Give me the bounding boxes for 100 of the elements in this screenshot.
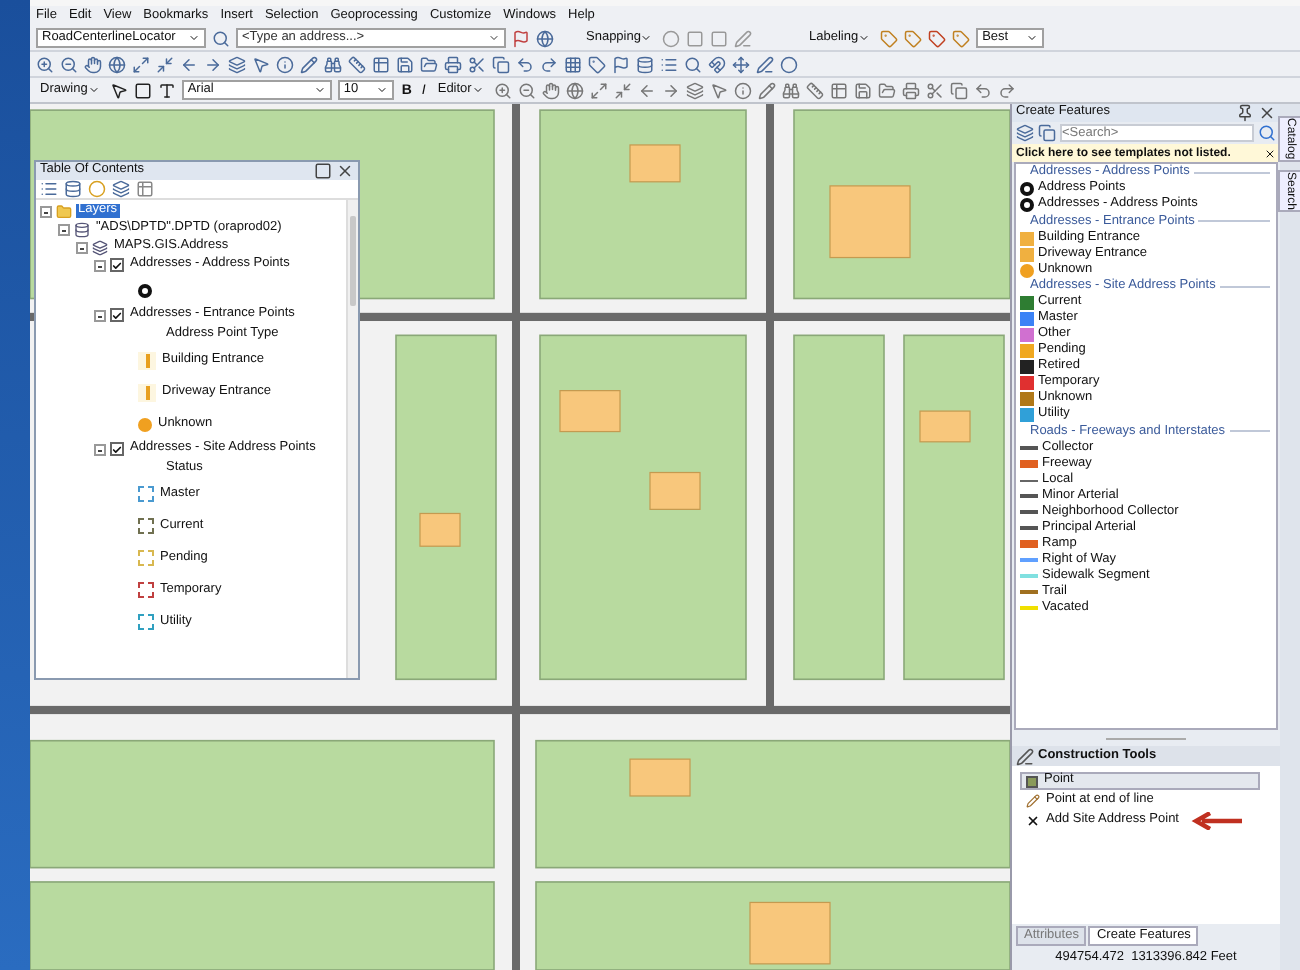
collapse-toggle[interactable] (94, 259, 106, 271)
expand-icon[interactable] (132, 55, 150, 73)
save-icon[interactable] (396, 55, 414, 73)
source-icon[interactable] (64, 180, 82, 198)
zoom-out-icon[interactable] (517, 81, 536, 99)
caret-icon (640, 32, 653, 44)
list-icon[interactable] (660, 55, 678, 73)
table-icon[interactable] (829, 81, 848, 99)
back-arrow-icon[interactable] (180, 55, 198, 73)
layer-checkbox[interactable] (110, 258, 124, 272)
selection-icon[interactable] (112, 180, 130, 198)
close-icon[interactable] (336, 162, 354, 180)
layers-icon[interactable] (685, 81, 704, 99)
collapse-toggle[interactable] (76, 241, 88, 253)
flag-icon[interactable] (612, 55, 630, 73)
magnet-icon[interactable] (708, 55, 726, 73)
binoculars-icon[interactable] (781, 81, 800, 99)
hand-icon[interactable] (541, 81, 560, 99)
find-icon[interactable] (212, 29, 230, 47)
ruler-icon[interactable] (348, 55, 366, 73)
forward-arrow-icon[interactable] (204, 55, 222, 73)
construction-icon[interactable] (1016, 747, 1034, 765)
forward-arrow-icon[interactable] (661, 81, 680, 99)
caret-icon (858, 32, 871, 44)
snap-edge-icon[interactable] (734, 29, 753, 47)
label-icon[interactable] (952, 29, 971, 47)
label-icon[interactable] (928, 29, 947, 47)
label-icon[interactable] (880, 29, 899, 47)
scrollbar[interactable] (346, 200, 358, 678)
grid-icon[interactable] (564, 55, 582, 73)
back-arrow-icon[interactable] (637, 81, 656, 99)
arrow-annotation (1189, 812, 1241, 830)
label-icon[interactable] (904, 29, 923, 47)
zoom-in-icon[interactable] (36, 55, 54, 73)
caret-icon (471, 84, 484, 96)
search-icon[interactable] (684, 55, 702, 73)
folder-icon[interactable] (877, 81, 896, 99)
zoom-in-icon[interactable] (493, 81, 512, 99)
pencil-icon[interactable] (757, 81, 776, 99)
ruler-icon[interactable] (805, 81, 824, 99)
flag-icon[interactable] (512, 29, 530, 47)
info-icon[interactable] (276, 55, 294, 73)
info-icon[interactable] (733, 81, 752, 99)
rectangle-icon[interactable] (133, 81, 152, 99)
caret-icon (375, 84, 388, 96)
snap-point-icon[interactable] (662, 29, 681, 47)
circle-icon[interactable] (780, 55, 798, 73)
scissors-icon[interactable] (468, 55, 486, 73)
list-icon[interactable] (40, 180, 58, 198)
zoom-out-icon[interactable] (60, 55, 78, 73)
line-end-icon (1026, 794, 1040, 808)
organize-icon[interactable] (1016, 124, 1034, 142)
snap-vertex-icon[interactable] (710, 29, 729, 47)
hand-icon[interactable] (84, 55, 102, 73)
folder-icon[interactable] (420, 55, 438, 73)
snap-end-icon[interactable] (686, 29, 705, 47)
cross-icon (1026, 814, 1040, 828)
printer-icon[interactable] (901, 81, 920, 99)
copy-icon[interactable] (492, 55, 510, 73)
pin-icon[interactable] (1236, 104, 1254, 122)
move-icon[interactable] (732, 55, 750, 73)
restore-icon[interactable] (314, 162, 332, 180)
redo-icon[interactable] (997, 81, 1016, 99)
save-icon[interactable] (853, 81, 872, 99)
undo-icon[interactable] (973, 81, 992, 99)
printer-icon[interactable] (444, 55, 462, 73)
search-icon[interactable] (1258, 124, 1276, 142)
text-icon[interactable] (157, 81, 176, 99)
copy-icon[interactable] (949, 81, 968, 99)
layers-icon[interactable] (228, 55, 246, 73)
caret-icon (488, 32, 500, 44)
table-icon[interactable] (372, 55, 390, 73)
collapse-toggle[interactable] (94, 309, 106, 321)
close-icon[interactable] (1258, 104, 1276, 122)
scissors-icon[interactable] (925, 81, 944, 99)
undo-icon[interactable] (516, 55, 534, 73)
expand-icon[interactable] (589, 81, 608, 99)
collapse-toggle[interactable] (58, 223, 70, 235)
options-icon[interactable] (136, 180, 154, 198)
shrink-icon[interactable] (613, 81, 632, 99)
database-icon[interactable] (636, 55, 654, 73)
globe-icon[interactable] (565, 81, 584, 99)
binoculars-icon[interactable] (324, 55, 342, 73)
redo-icon[interactable] (540, 55, 558, 73)
dataset-icon (92, 239, 108, 255)
database-icon (74, 221, 90, 237)
globe-icon[interactable] (536, 29, 554, 47)
globe-icon[interactable] (108, 55, 126, 73)
pencil-icon[interactable] (300, 55, 318, 73)
folder-icon (56, 203, 72, 219)
pointer-icon[interactable] (109, 81, 128, 99)
layer-checkbox[interactable] (110, 442, 124, 456)
close-icon[interactable] (1264, 147, 1276, 159)
edit-icon[interactable] (756, 55, 774, 73)
collapse-toggle[interactable] (94, 443, 106, 455)
tag-icon[interactable] (588, 55, 606, 73)
templates-icon[interactable] (1038, 124, 1056, 142)
layer-checkbox[interactable] (110, 308, 124, 322)
collapse-toggle[interactable] (40, 205, 52, 217)
shrink-icon[interactable] (156, 55, 174, 73)
